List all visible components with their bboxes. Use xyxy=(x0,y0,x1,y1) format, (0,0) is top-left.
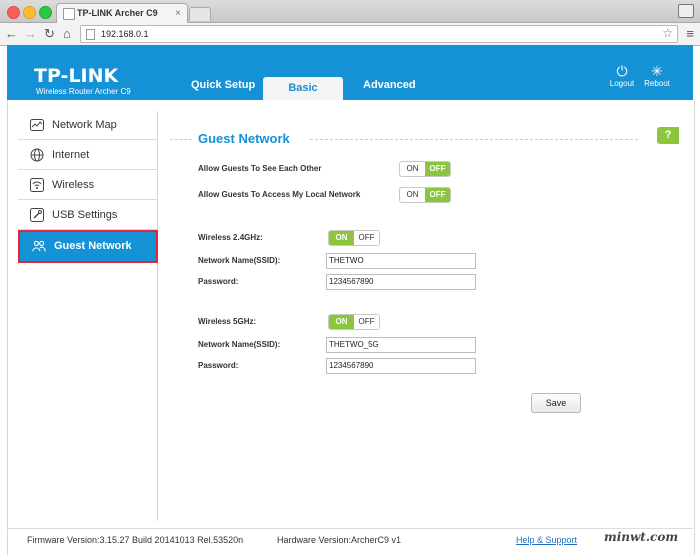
allow-local-label: Allow Guests To Access My Local Network xyxy=(198,190,361,199)
save-button[interactable]: Save xyxy=(531,393,581,413)
sidebar-item-guest-network[interactable]: Guest Network xyxy=(18,230,158,263)
divider xyxy=(310,139,638,140)
help-button[interactable]: ? xyxy=(657,127,679,144)
browser-tab[interactable]: TP-LINK Archer C9 × xyxy=(56,3,188,23)
wifi-icon xyxy=(30,178,44,192)
back-arrow-icon[interactable]: ← xyxy=(5,26,18,42)
page-title: Guest Network xyxy=(198,131,290,146)
minimize-window-button[interactable] xyxy=(23,6,36,19)
tp-link-logo: TP-LINK xyxy=(34,65,119,87)
wireless-24-toggle[interactable]: ON OFF xyxy=(328,230,380,246)
sidebar-item-internet[interactable]: Internet xyxy=(18,141,157,170)
globe-icon xyxy=(30,148,44,162)
toggle-off[interactable]: OFF xyxy=(425,162,450,176)
allow-local-toggle[interactable]: ON OFF xyxy=(399,187,451,203)
wrench-icon xyxy=(30,208,44,222)
page-icon xyxy=(86,29,95,40)
ssid-24-field[interactable]: THETWO xyxy=(326,253,476,269)
window-icon[interactable] xyxy=(678,4,694,18)
network-map-icon xyxy=(30,119,44,131)
logout-label: Logout xyxy=(609,79,635,88)
sidebar-item-network-map[interactable]: Network Map xyxy=(18,111,157,140)
hardware-version: Hardware Version:ArcherC9 v1 xyxy=(277,535,402,545)
tab-close-icon[interactable]: × xyxy=(175,4,181,23)
toggle-on[interactable]: ON xyxy=(329,315,354,329)
toggle-on[interactable]: ON xyxy=(400,162,425,176)
firmware-version: Firmware Version:3.15.27 Build 20141013 … xyxy=(27,535,244,545)
address-bar[interactable]: 192.168.0.1 ☆ xyxy=(80,25,678,43)
wireless-5-toggle[interactable]: ON OFF xyxy=(328,314,380,330)
tab-quick-setup[interactable]: Quick Setup xyxy=(191,79,255,91)
sidebar-item-label: Wireless xyxy=(52,179,95,191)
wireless-5-label: Wireless 5GHz: xyxy=(198,317,257,326)
allow-see-toggle[interactable]: ON OFF xyxy=(399,161,451,177)
power-icon: ⏻ xyxy=(616,63,628,79)
watermark: minwt.com xyxy=(600,530,683,544)
reboot-button[interactable]: ✳ Reboot xyxy=(640,63,674,88)
sidebar-item-wireless[interactable]: Wireless xyxy=(18,171,157,200)
sidebar: Network Map Internet Wireless USB Settin… xyxy=(18,111,158,521)
router-model: Wireless Router Archer C9 xyxy=(36,87,131,96)
new-tab-button[interactable] xyxy=(189,7,211,21)
reboot-label: Reboot xyxy=(644,79,670,88)
home-icon[interactable]: ⌂ xyxy=(63,26,71,42)
page-icon xyxy=(63,8,75,20)
close-window-button[interactable] xyxy=(7,6,20,19)
sidebar-item-label: Internet xyxy=(52,149,90,161)
help-support-link[interactable]: Help & Support xyxy=(516,535,577,545)
reboot-icon: ✳ xyxy=(651,63,663,79)
logout-button[interactable]: ⏻ Logout xyxy=(605,63,639,88)
sidebar-item-usb-settings[interactable]: USB Settings xyxy=(18,201,157,230)
users-icon xyxy=(32,240,46,252)
divider xyxy=(170,139,192,140)
browser-toolbar: ← → ↻ ⌂ 192.168.0.1 ☆ ≡ xyxy=(0,23,700,46)
router-header: TP-LINK Wireless Router Archer C9 Quick … xyxy=(7,45,693,100)
password-5-field[interactable]: 1234567890 xyxy=(326,358,476,374)
toggle-off[interactable]: OFF xyxy=(354,231,379,245)
bookmark-star-icon[interactable]: ☆ xyxy=(662,25,673,41)
tab-advanced[interactable]: Advanced xyxy=(363,79,416,91)
toggle-on[interactable]: ON xyxy=(400,188,425,202)
sidebar-item-label: Guest Network xyxy=(54,240,132,252)
toggle-on[interactable]: ON xyxy=(329,231,354,245)
toggle-off[interactable]: OFF xyxy=(354,315,379,329)
password-24-field[interactable]: 1234567890 xyxy=(326,274,476,290)
tab-basic[interactable]: Basic xyxy=(263,77,343,100)
ssid-24-label: Network Name(SSID): xyxy=(198,256,281,265)
wireless-24-label: Wireless 2.4GHz: xyxy=(198,233,263,242)
tab-title: TP-LINK Archer C9 xyxy=(77,8,158,18)
password-24-label: Password: xyxy=(198,277,239,286)
allow-see-label: Allow Guests To See Each Other xyxy=(198,164,322,173)
toggle-off[interactable]: OFF xyxy=(425,188,450,202)
ssid-5-label: Network Name(SSID): xyxy=(198,340,281,349)
browser-tabbar: TP-LINK Archer C9 × xyxy=(0,0,700,23)
hamburger-menu-icon[interactable]: ≡ xyxy=(686,26,694,41)
password-5-label: Password: xyxy=(198,361,239,370)
footer: Firmware Version:3.15.27 Build 20141013 … xyxy=(7,528,693,551)
forward-arrow-icon[interactable]: → xyxy=(24,26,37,42)
zoom-window-button[interactable] xyxy=(39,6,52,19)
reload-icon[interactable]: ↻ xyxy=(44,26,55,42)
url-text[interactable]: 192.168.0.1 xyxy=(101,26,149,42)
sidebar-item-label: USB Settings xyxy=(52,209,118,221)
sidebar-item-label: Network Map xyxy=(52,119,117,131)
ssid-5-field[interactable]: THETWO_5G xyxy=(326,337,476,353)
